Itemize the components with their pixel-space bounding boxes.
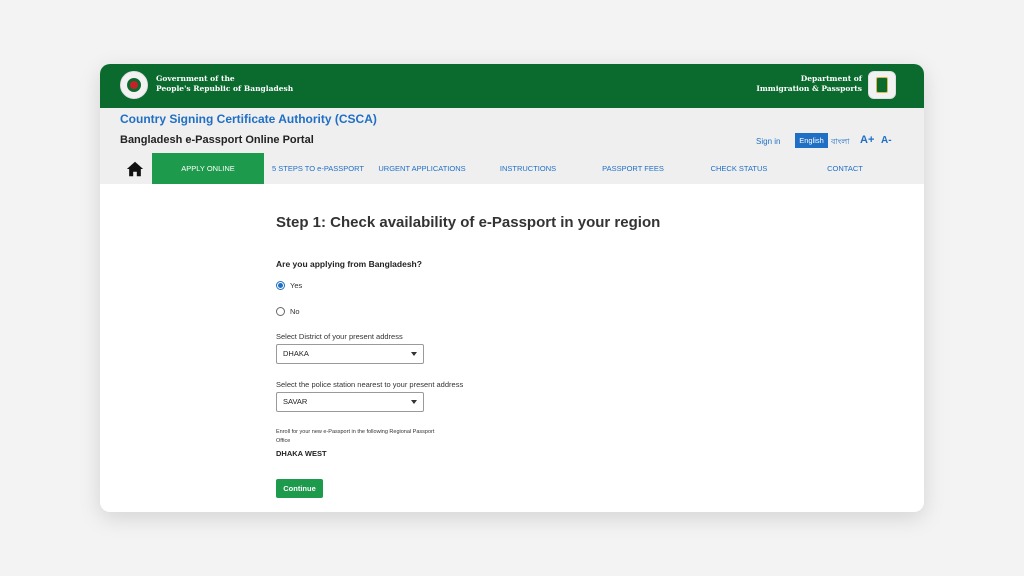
chevron-down-icon (411, 400, 417, 404)
district-select-value: DHAKA (283, 349, 309, 358)
continue-button[interactable]: Continue (276, 479, 323, 498)
chevron-down-icon (411, 352, 417, 356)
language-bangla-button[interactable]: বাংলা (831, 136, 850, 149)
government-header: Government of the People's Republic of B… (100, 64, 924, 108)
enroll-note: Enroll for your new e-Passport in the fo… (276, 429, 435, 444)
nav-passport-fees[interactable]: PASSPORT FEES (590, 153, 676, 184)
district-label: Select District of your present address (276, 332, 403, 341)
radio-yes[interactable] (276, 281, 285, 290)
department-line-1: Department of (800, 74, 862, 83)
district-select[interactable]: DHAKA (276, 344, 424, 364)
portal-title: Bangladesh e-Passport Online Portal (120, 134, 314, 146)
nav-5-steps[interactable]: 5 STEPS TO e-PASSPORT (266, 153, 370, 184)
nav-check-status[interactable]: CHECK STATUS (696, 153, 782, 184)
department-line-2: Immigration & Passports (756, 84, 862, 93)
nav-urgent-applications[interactable]: URGENT APPLICATIONS (374, 153, 470, 184)
radio-no[interactable] (276, 307, 285, 316)
passport-office-value: DHAKA WEST (276, 449, 327, 458)
browser-window: Government of the People's Republic of B… (100, 64, 924, 512)
language-english-button[interactable]: English (795, 133, 828, 148)
font-decrease-button[interactable]: A- (881, 135, 892, 146)
question-label: Are you applying from Bangladesh? (276, 259, 422, 269)
radio-no-label: No (290, 307, 300, 316)
site-header: Country Signing Certificate Authority (C… (100, 108, 924, 184)
police-station-select-value: SAVAR (283, 397, 308, 406)
csca-title[interactable]: Country Signing Certificate Authority (C… (120, 112, 377, 126)
government-title: Government of the People's Republic of B… (156, 74, 293, 94)
radio-no-row[interactable]: No (276, 307, 696, 316)
home-icon[interactable] (126, 160, 144, 178)
nav-apply-online[interactable]: APPLY ONLINE (152, 153, 264, 184)
font-increase-button[interactable]: A+ (860, 134, 874, 146)
government-line-1: Government of the (156, 74, 235, 83)
bangladesh-emblem-icon (120, 71, 148, 99)
radio-yes-row[interactable]: Yes (276, 281, 696, 290)
nav-instructions[interactable]: INSTRUCTIONS (486, 153, 570, 184)
passport-logo-icon (868, 71, 896, 99)
nav-contact[interactable]: CONTACT (806, 153, 884, 184)
main-navigation: APPLY ONLINE 5 STEPS TO e-PASSPORT URGEN… (120, 153, 904, 184)
police-station-select[interactable]: SAVAR (276, 392, 424, 412)
sign-in-link[interactable]: Sign in (756, 137, 780, 146)
department-title: Department of Immigration & Passports (756, 74, 862, 94)
government-line-2: People's Republic of Bangladesh (156, 84, 294, 93)
step-title: Step 1: Check availability of e-Passport… (276, 214, 661, 231)
police-station-label: Select the police station nearest to you… (276, 380, 464, 389)
radio-yes-label: Yes (290, 281, 303, 290)
application-form: Step 1: Check availability of e-Passport… (276, 214, 696, 498)
